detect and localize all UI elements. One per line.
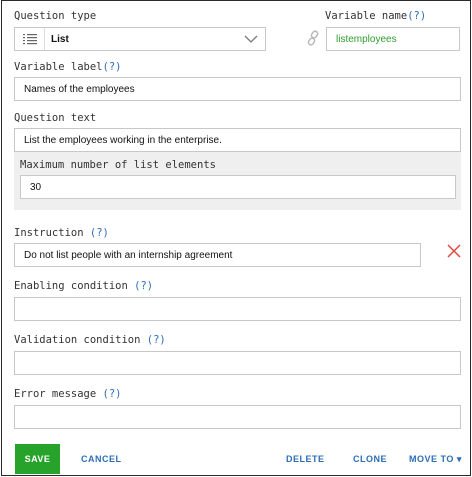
delete-button[interactable]: DELETE: [286, 454, 325, 464]
max-list-label: Maximum number of list elements: [20, 159, 216, 171]
question-type-select[interactable]: List: [14, 27, 266, 51]
variable-label-label: Variable label(?): [14, 61, 122, 73]
move-to-button[interactable]: MOVE TO ▾: [409, 454, 462, 465]
list-lines-icon: [15, 28, 45, 50]
instruction-help-link[interactable]: (?): [90, 227, 109, 239]
question-text-input[interactable]: List the employees working in the enterp…: [14, 128, 461, 152]
variable-label-input[interactable]: Names of the employees: [14, 77, 461, 101]
variable-name-input[interactable]: listemployees: [326, 27, 460, 51]
instruction-label: Instruction (?): [14, 227, 109, 239]
question-text-label: Question text: [14, 112, 97, 124]
question-type-label: Question type: [14, 10, 97, 22]
link-icon[interactable]: [306, 30, 320, 46]
question-editor-panel: Question type List Variable name(?) list…: [1, 0, 471, 476]
save-button[interactable]: SAVE: [15, 444, 60, 474]
validation-condition-label: Validation condition (?): [14, 334, 166, 346]
error-message-label: Error message (?): [14, 388, 122, 400]
caret-down-icon: ▾: [456, 454, 462, 464]
validation-condition-input[interactable]: [14, 351, 461, 375]
validation-condition-help-link[interactable]: (?): [147, 334, 166, 346]
chevron-down-icon: [237, 35, 265, 43]
variable-label-help-link[interactable]: (?): [103, 61, 122, 73]
enabling-condition-help-link[interactable]: (?): [134, 280, 153, 292]
clone-button[interactable]: CLONE: [353, 454, 387, 464]
enabling-condition-label: Enabling condition (?): [14, 280, 154, 292]
instruction-input[interactable]: Do not list people with an internship ag…: [14, 243, 421, 267]
error-message-input[interactable]: [14, 405, 461, 429]
variable-name-help-link[interactable]: (?): [407, 10, 426, 22]
cancel-button[interactable]: CANCEL: [81, 454, 122, 464]
variable-name-label: Variable name(?): [325, 10, 427, 22]
error-message-help-link[interactable]: (?): [103, 388, 122, 400]
question-type-value: List: [51, 33, 69, 45]
close-x-icon[interactable]: [447, 244, 461, 258]
max-list-input[interactable]: 30: [20, 175, 456, 199]
enabling-condition-input[interactable]: [14, 297, 461, 321]
